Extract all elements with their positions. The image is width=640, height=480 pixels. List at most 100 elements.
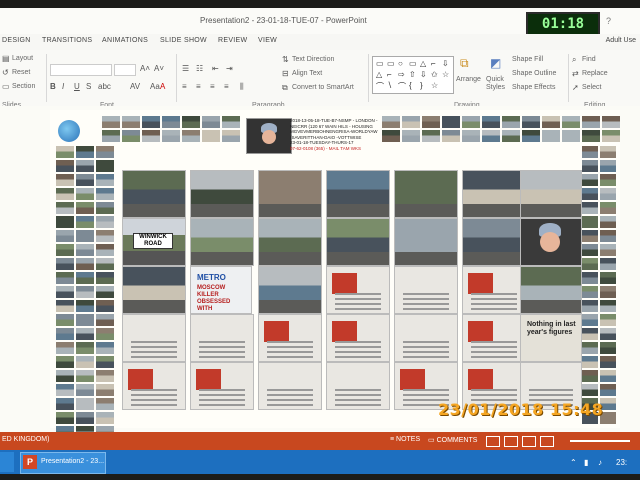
newspaper-photo[interactable] xyxy=(122,314,186,362)
photo-thumbnail[interactable] xyxy=(96,300,114,312)
shape-fill-button[interactable]: Shape Fill xyxy=(512,56,543,63)
align-left-icon[interactable]: ≡ xyxy=(182,82,187,91)
street-photo[interactable] xyxy=(462,218,526,266)
newspaper-photo[interactable] xyxy=(122,362,186,410)
photo-thumbnail[interactable] xyxy=(442,116,460,128)
newspaper-photo[interactable] xyxy=(258,314,322,362)
photo-thumbnail[interactable] xyxy=(76,188,94,200)
photo-thumbnail[interactable] xyxy=(76,272,94,284)
reading-view-icon[interactable] xyxy=(522,436,536,447)
tray-arrow-icon[interactable]: ⌃ xyxy=(570,458,577,467)
photo-thumbnail[interactable] xyxy=(582,314,598,326)
shapes-gallery[interactable]: ▭ ▭ ○ ▭ △ ⌐ ⇩ △ ⌐ ⇨ ⇧ ⇩ ✩ ☆ ⌒ ∖ ⌒{} ☆ xyxy=(372,56,454,94)
newspaper-photo[interactable] xyxy=(394,266,458,314)
photo-thumbnail[interactable] xyxy=(96,356,114,368)
tab-design[interactable]: DESIGN xyxy=(2,37,31,44)
photo-thumbnail[interactable] xyxy=(56,230,74,242)
photo-thumbnail[interactable] xyxy=(142,130,160,142)
photo-thumbnail[interactable] xyxy=(56,412,74,424)
photo-thumbnail[interactable] xyxy=(462,130,480,142)
metro-newspaper-photo[interactable]: METRO MOSCOW KILLER OBSESSED WITH POISON… xyxy=(190,266,252,314)
font-name-field[interactable] xyxy=(50,64,112,76)
photo-thumbnail[interactable] xyxy=(76,146,94,158)
street-photo[interactable] xyxy=(394,218,458,266)
tab-transitions[interactable]: TRANSITIONS xyxy=(42,37,92,44)
photo-thumbnail[interactable] xyxy=(422,130,440,142)
italic-icon[interactable]: I xyxy=(62,82,64,91)
photo-thumbnail[interactable] xyxy=(96,342,114,354)
select-button[interactable]: Select xyxy=(582,84,601,91)
photo-thumbnail[interactable] xyxy=(582,160,598,172)
street-photo[interactable] xyxy=(122,266,186,314)
photo-thumbnail[interactable] xyxy=(602,116,620,128)
street-photo[interactable] xyxy=(190,170,254,218)
photo-thumbnail[interactable] xyxy=(96,370,114,382)
photo-thumbnail[interactable] xyxy=(542,130,560,142)
align-center-icon[interactable]: ≡ xyxy=(196,82,201,91)
photo-thumbnail[interactable] xyxy=(382,130,400,142)
volume-icon[interactable]: ♪ xyxy=(598,458,602,467)
photo-thumbnail[interactable] xyxy=(582,130,600,142)
align-text-button[interactable]: Align Text xyxy=(292,70,322,77)
street-photo[interactable] xyxy=(462,170,526,218)
photo-thumbnail[interactable] xyxy=(102,116,120,128)
photo-thumbnail[interactable] xyxy=(402,116,420,128)
photo-thumbnail[interactable] xyxy=(582,384,598,396)
photo-thumbnail[interactable] xyxy=(76,160,94,172)
photo-thumbnail[interactable] xyxy=(122,116,140,128)
photo-thumbnail[interactable] xyxy=(582,258,598,270)
photo-thumbnail[interactable] xyxy=(56,300,74,312)
zoom-slider[interactable] xyxy=(570,440,630,442)
photo-thumbnail[interactable] xyxy=(582,230,598,242)
street-photo[interactable] xyxy=(520,266,582,314)
photo-thumbnail[interactable] xyxy=(96,174,114,186)
photo-thumbnail[interactable] xyxy=(582,202,598,214)
photo-thumbnail[interactable] xyxy=(56,174,74,186)
photo-thumbnail[interactable] xyxy=(96,202,114,214)
newspaper-photo[interactable] xyxy=(190,314,254,362)
photo-thumbnail[interactable] xyxy=(600,314,616,326)
photo-thumbnail[interactable] xyxy=(600,384,616,396)
reset-button[interactable]: Reset xyxy=(12,69,30,76)
photo-thumbnail[interactable] xyxy=(76,356,94,368)
photo-thumbnail[interactable] xyxy=(76,314,94,326)
convert-smartart-button[interactable]: Convert to SmartArt xyxy=(292,84,354,91)
street-photo[interactable] xyxy=(122,170,186,218)
newspaper-photo[interactable] xyxy=(326,314,390,362)
photo-thumbnail[interactable] xyxy=(600,258,616,270)
comments-button[interactable]: ▭ COMMENTS xyxy=(428,436,477,444)
photo-thumbnail[interactable] xyxy=(582,370,598,382)
photo-thumbnail[interactable] xyxy=(600,160,616,172)
photo-thumbnail[interactable] xyxy=(422,116,440,128)
portrait-photo[interactable] xyxy=(246,118,292,154)
tab-review[interactable]: REVIEW xyxy=(218,37,247,44)
photo-thumbnail[interactable] xyxy=(96,314,114,326)
photo-thumbnail[interactable] xyxy=(600,146,616,158)
shape-outline-button[interactable]: Shape Outline xyxy=(512,70,556,77)
tab-animations[interactable]: ANIMATIONS xyxy=(102,37,148,44)
photo-thumbnail[interactable] xyxy=(76,258,94,270)
char-spacing-icon[interactable]: AV xyxy=(130,82,140,91)
justify-icon[interactable]: ≡ xyxy=(224,82,229,91)
underline-icon[interactable]: U xyxy=(74,82,80,91)
photo-thumbnail[interactable] xyxy=(562,130,580,142)
columns-icon[interactable]: ⫼ xyxy=(240,82,244,92)
photo-thumbnail[interactable] xyxy=(600,188,616,200)
photo-thumbnail[interactable] xyxy=(600,202,616,214)
user-name[interactable]: Adult Use xyxy=(606,37,636,44)
street-photo[interactable] xyxy=(190,218,254,266)
shadow-icon[interactable]: S xyxy=(86,82,91,91)
start-icon[interactable] xyxy=(0,452,14,472)
photo-thumbnail[interactable] xyxy=(582,286,598,298)
newspaper-photo[interactable] xyxy=(326,266,390,314)
language-indicator[interactable]: ED KINGDOM) xyxy=(2,436,49,443)
photo-thumbnail[interactable] xyxy=(582,146,598,158)
photo-thumbnail[interactable] xyxy=(96,398,114,410)
photo-thumbnail[interactable] xyxy=(142,116,160,128)
photo-thumbnail[interactable] xyxy=(382,116,400,128)
photo-thumbnail[interactable] xyxy=(600,342,616,354)
change-case-icon[interactable]: Aa xyxy=(150,82,160,91)
newspaper-photo[interactable] xyxy=(462,266,526,314)
newspaper-photo[interactable]: Nothing in last year's figures xyxy=(520,314,582,362)
shape-effects-button[interactable]: Shape Effects xyxy=(512,84,555,91)
